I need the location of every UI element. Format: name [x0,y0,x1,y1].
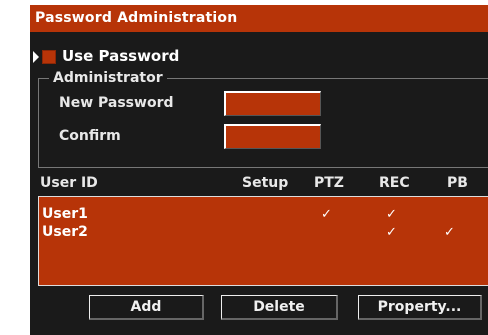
column-header-pb: PB [447,175,468,191]
checkmark-icon: ✓ [386,225,397,240]
column-header-setup: Setup [242,175,289,191]
window-title: Password Administration [30,5,488,32]
pointer-triangle-icon [33,51,39,63]
new-password-label: New Password [59,95,174,111]
password-administration-window: Password Administration Use Password Adm… [30,5,488,335]
add-button[interactable]: Add [89,295,204,320]
new-password-field[interactable] [224,91,321,116]
use-password-checkbox[interactable] [42,50,56,64]
column-header-ptz: PTZ [314,175,344,191]
delete-button[interactable]: Delete [221,295,338,320]
use-password-label: Use Password [62,47,180,65]
administrator-group: Administrator New Password Confirm [38,68,488,168]
column-header-user-id: User ID [40,175,98,191]
user-row-user2[interactable]: User2 [42,223,88,241]
checkmark-icon: ✓ [321,207,332,222]
checkmark-icon: ✓ [444,225,455,240]
user-row-user1[interactable]: User1 [42,205,88,223]
column-header-rec: REC [379,175,410,191]
confirm-label: Confirm [59,128,121,144]
checkmark-icon: ✓ [386,207,397,222]
property-button[interactable]: Property... [358,295,482,320]
user-list[interactable]: User1 ✓ ✓ User2 ✓ ✓ [38,196,488,286]
confirm-field[interactable] [224,124,321,149]
administrator-group-label: Administrator [49,68,167,88]
